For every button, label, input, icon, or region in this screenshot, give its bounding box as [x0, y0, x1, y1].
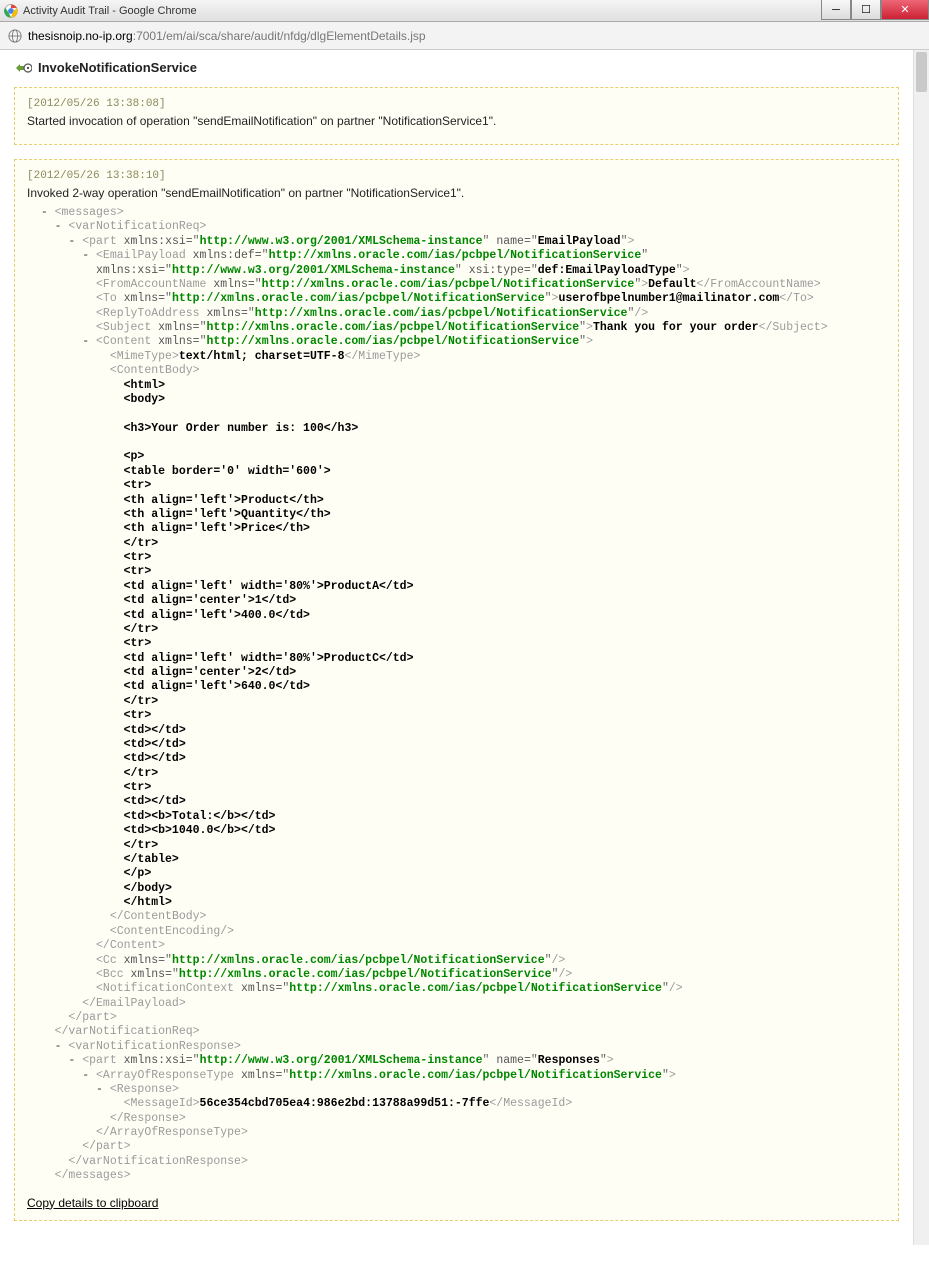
timestamp: [2012/05/26 13:38:10] [27, 170, 886, 182]
audit-message: Invoked 2-way operation "sendEmailNotifi… [27, 186, 886, 200]
xml-payload: - <messages> - <varNotificationReq> - <p… [27, 206, 886, 1184]
window-titlebar: Activity Audit Trail - Google Chrome ─ ☐… [0, 0, 929, 22]
timestamp: [2012/05/26 13:38:08] [27, 98, 886, 110]
page-title: InvokeNotificationService [38, 60, 197, 75]
close-button[interactable]: ✕ [881, 0, 929, 20]
audit-entry-1: [2012/05/26 13:38:08] Started invocation… [14, 87, 899, 145]
chrome-icon [4, 4, 18, 18]
audit-message: Started invocation of operation "sendEma… [27, 114, 886, 128]
page-content: InvokeNotificationService [2012/05/26 13… [0, 50, 929, 1245]
scrollbar-thumb[interactable] [916, 52, 927, 92]
copy-details-link[interactable]: Copy details to clipboard [27, 1196, 158, 1210]
maximize-button[interactable]: ☐ [851, 0, 881, 20]
window-title: Activity Audit Trail - Google Chrome [23, 5, 925, 17]
window-controls: ─ ☐ ✕ [821, 0, 929, 20]
minimize-button[interactable]: ─ [821, 0, 851, 20]
page-header: InvokeNotificationService [14, 60, 915, 75]
vertical-scrollbar[interactable] [913, 50, 929, 1245]
address-bar[interactable]: thesisnoip.no-ip.org:7001/em/ai/sca/shar… [0, 22, 929, 50]
url-text: thesisnoip.no-ip.org:7001/em/ai/sca/shar… [28, 29, 426, 43]
globe-icon [8, 29, 22, 43]
invoke-icon [14, 61, 32, 75]
audit-entry-2: [2012/05/26 13:38:10] Invoked 2-way oper… [14, 159, 899, 1221]
